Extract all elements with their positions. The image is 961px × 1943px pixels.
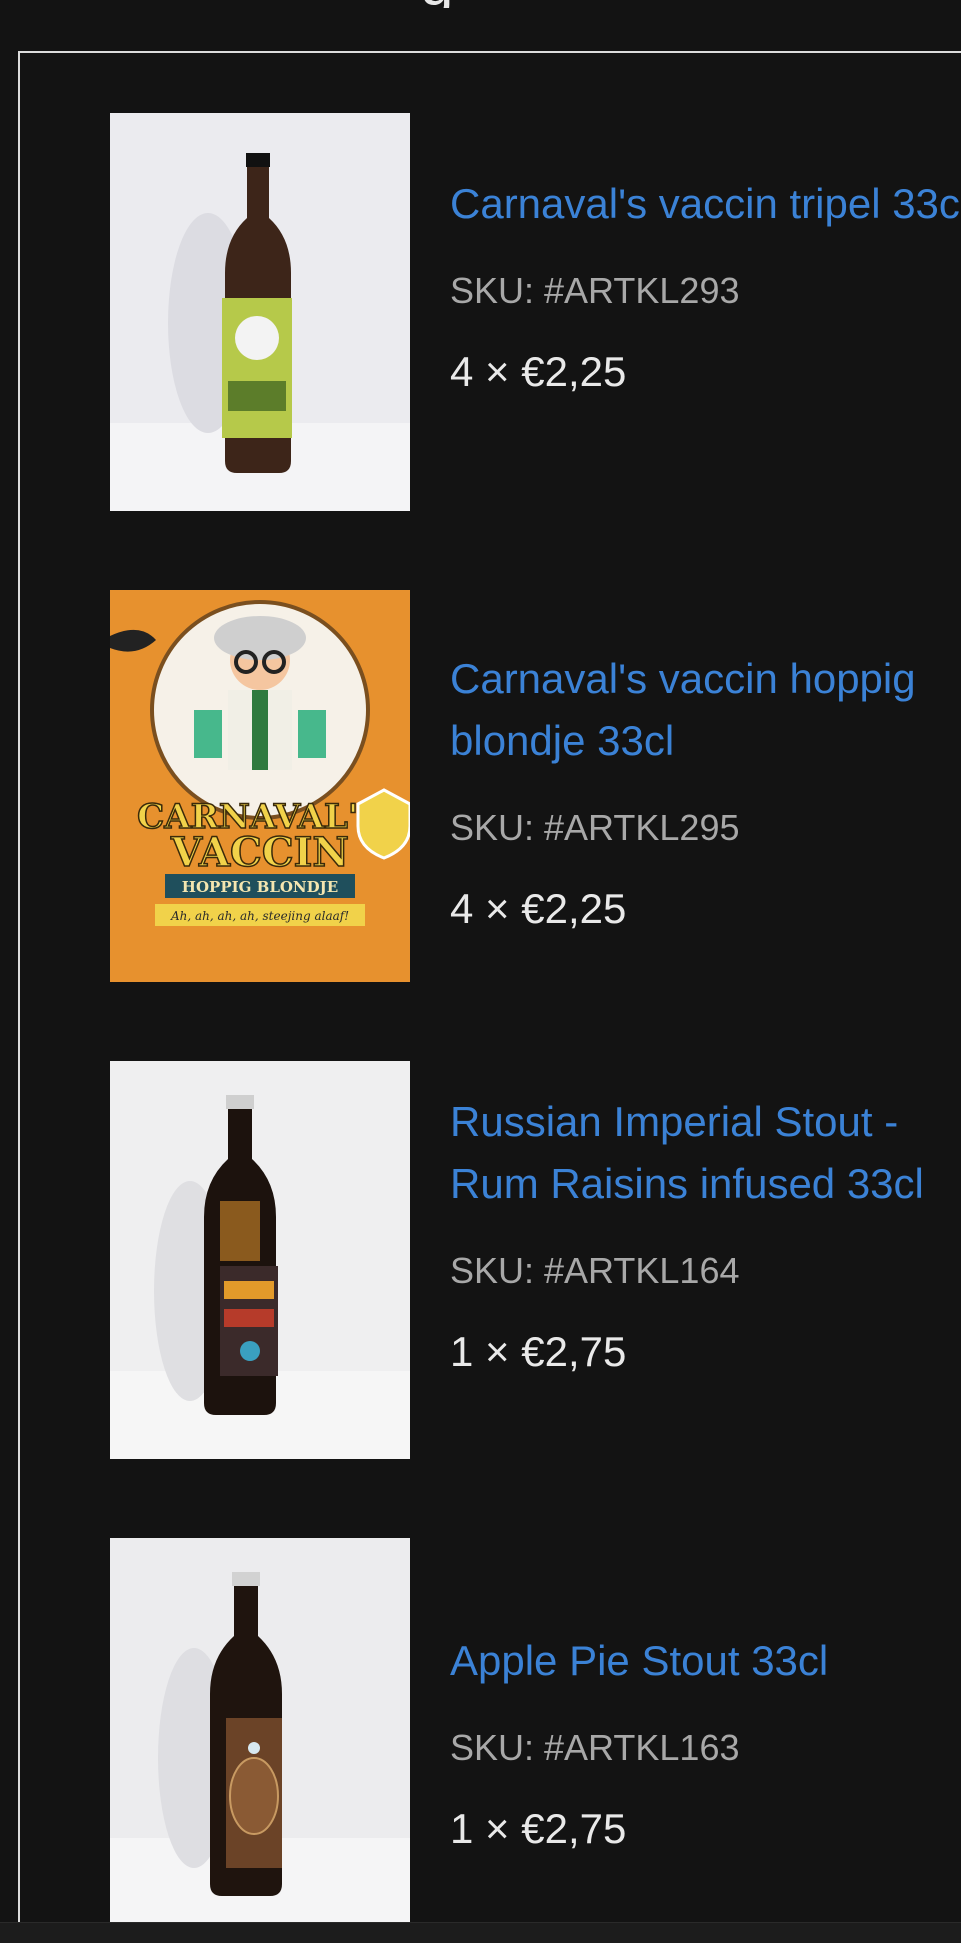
product-quantity-price: 4 × €2,25	[450, 348, 627, 395]
product-image[interactable]	[110, 1061, 410, 1459]
label-artwork: CARNAVAL'S VACCIN HOPPIG BLONDJE Ah, ah,…	[110, 590, 410, 982]
label-line-3: HOPPIG BLONDJE	[182, 878, 338, 896]
product-quantity-price: 4 × €2,25	[450, 885, 627, 932]
product-sku: SKU: #ARTKL163	[450, 1727, 740, 1768]
bottle-photo	[110, 1538, 410, 1922]
product-quantity-price: 1 × €2,75	[450, 1805, 627, 1852]
product-sku: SKU: #ARTKL164	[450, 1250, 740, 1291]
product-title-link[interactable]: Carnaval's vaccin hoppig blondje 33cl	[450, 648, 961, 772]
product-image[interactable]	[110, 113, 410, 511]
label-line-4: Ah, ah, ah, ah, steejing alaaf!	[170, 909, 349, 923]
product-title-link[interactable]: Carnaval's vaccin tripel 33cl	[450, 173, 961, 235]
product-sku: SKU: #ARTKL293	[450, 270, 740, 311]
product-title-link[interactable]: Russian Imperial Stout - Rum Raisins inf…	[450, 1091, 961, 1215]
label-line-2: VACCIN	[170, 829, 349, 876]
bottle-photo	[110, 1061, 410, 1459]
product-title-link[interactable]: Apple Pie Stout 33cl	[450, 1630, 961, 1692]
product-image[interactable]	[110, 1538, 410, 1922]
bottom-bar	[0, 1922, 961, 1943]
order-items-page: g Carnaval's vaccin tripel 33cl SKU: #AR…	[0, 0, 961, 1943]
bottle-photo	[110, 113, 410, 511]
product-sku: SKU: #ARTKL295	[450, 807, 740, 848]
product-image[interactable]: CARNAVAL'S VACCIN HOPPIG BLONDJE Ah, ah,…	[110, 590, 410, 982]
page-heading: g	[420, 0, 490, 8]
product-quantity-price: 1 × €2,75	[450, 1328, 627, 1375]
